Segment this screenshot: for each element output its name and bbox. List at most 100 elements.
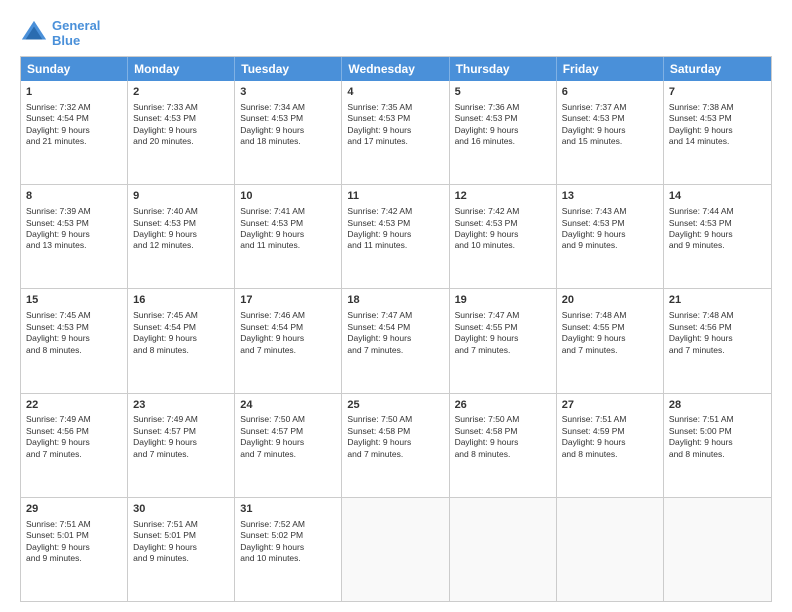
day-info: Sunrise: 7:40 AM Sunset: 4:53 PM Dayligh… — [133, 206, 229, 252]
day-number: 26 — [455, 398, 551, 413]
day-number: 31 — [240, 502, 336, 517]
calendar-day-11: 11 Sunrise: 7:42 AM Sunset: 4:53 PM Dayli… — [342, 185, 449, 288]
calendar-day-2: 2Sunrise: 7:33 AM Sunset: 4:53 PM Daylig… — [128, 81, 235, 184]
day-info: Sunrise: 7:47 AM Sunset: 4:54 PM Dayligh… — [347, 310, 443, 356]
logo: General Blue — [20, 18, 100, 48]
day-number: 7 — [669, 85, 766, 100]
header-day-wednesday: Wednesday — [342, 57, 449, 81]
header-day-tuesday: Tuesday — [235, 57, 342, 81]
day-number: 6 — [562, 85, 658, 100]
day-info: Sunrise: 7:39 AM Sunset: 4:53 PM Dayligh… — [26, 206, 122, 252]
day-info: Sunrise: 7:50 AM Sunset: 4:58 PM Dayligh… — [455, 414, 551, 460]
day-info: Sunrise: 7:38 AM Sunset: 4:53 PM Dayligh… — [669, 102, 766, 148]
day-info: Sunrise: 7:34 AM Sunset: 4:53 PM Dayligh… — [240, 102, 336, 148]
day-info: Sunrise: 7:43 AM Sunset: 4:53 PM Dayligh… — [562, 206, 658, 252]
header-day-saturday: Saturday — [664, 57, 771, 81]
calendar-week-5: 29 Sunrise: 7:51 AM Sunset: 5:01 PM Dayli… — [21, 497, 771, 601]
day-number: 12 — [455, 189, 551, 204]
calendar-day-14: 14 Sunrise: 7:44 AM Sunset: 4:53 PM Dayli… — [664, 185, 771, 288]
day-number: 29 — [26, 502, 122, 517]
header-day-monday: Monday — [128, 57, 235, 81]
calendar-day-22: 22Sunrise: 7:49 AM Sunset: 4:56 PM Dayli… — [21, 394, 128, 497]
calendar-day-18: 18 Sunrise: 7:47 AM Sunset: 4:54 PM Dayli… — [342, 289, 449, 392]
day-number: 10 — [240, 189, 336, 204]
calendar-day-12: 12Sunrise: 7:42 AM Sunset: 4:53 PM Dayli… — [450, 185, 557, 288]
day-number: 13 — [562, 189, 658, 204]
calendar-day-23: 23Sunrise: 7:49 AM Sunset: 4:57 PM Dayli… — [128, 394, 235, 497]
calendar-day-empty — [342, 498, 449, 601]
calendar-day-19: 19 Sunrise: 7:47 AM Sunset: 4:55 PM Dayli… — [450, 289, 557, 392]
day-info: Sunrise: 7:32 AM Sunset: 4:54 PM Dayligh… — [26, 102, 122, 148]
header-day-friday: Friday — [557, 57, 664, 81]
day-number: 1 — [26, 85, 122, 100]
day-number: 24 — [240, 398, 336, 413]
day-info: Sunrise: 7:41 AM Sunset: 4:53 PM Dayligh… — [240, 206, 336, 252]
calendar-day-26: 26Sunrise: 7:50 AM Sunset: 4:58 PM Dayli… — [450, 394, 557, 497]
day-info: Sunrise: 7:35 AM Sunset: 4:53 PM Dayligh… — [347, 102, 443, 148]
calendar-day-10: 10 Sunrise: 7:41 AM Sunset: 4:53 PM Dayli… — [235, 185, 342, 288]
day-number: 30 — [133, 502, 229, 517]
calendar-day-17: 17Sunrise: 7:46 AM Sunset: 4:54 PM Dayli… — [235, 289, 342, 392]
day-info: Sunrise: 7:51 AM Sunset: 5:01 PM Dayligh… — [26, 519, 122, 565]
day-number: 9 — [133, 189, 229, 204]
logo-icon — [20, 19, 48, 47]
day-info: Sunrise: 7:48 AM Sunset: 4:55 PM Dayligh… — [562, 310, 658, 356]
day-info: Sunrise: 7:48 AM Sunset: 4:56 PM Dayligh… — [669, 310, 766, 356]
day-info: Sunrise: 7:50 AM Sunset: 4:57 PM Dayligh… — [240, 414, 336, 460]
header-day-thursday: Thursday — [450, 57, 557, 81]
calendar-header: SundayMondayTuesdayWednesdayThursdayFrid… — [21, 57, 771, 81]
calendar-day-20: 20 Sunrise: 7:48 AM Sunset: 4:55 PM Dayli… — [557, 289, 664, 392]
day-info: Sunrise: 7:47 AM Sunset: 4:55 PM Dayligh… — [455, 310, 551, 356]
calendar-day-4: 4 Sunrise: 7:35 AM Sunset: 4:53 PM Daylig… — [342, 81, 449, 184]
day-number: 23 — [133, 398, 229, 413]
calendar-day-empty — [664, 498, 771, 601]
day-number: 3 — [240, 85, 336, 100]
day-info: Sunrise: 7:49 AM Sunset: 4:56 PM Dayligh… — [26, 414, 122, 460]
calendar-day-8: 8 Sunrise: 7:39 AM Sunset: 4:53 PM Daylig… — [21, 185, 128, 288]
calendar-day-27: 27Sunrise: 7:51 AM Sunset: 4:59 PM Dayli… — [557, 394, 664, 497]
day-number: 18 — [347, 293, 443, 308]
day-info: Sunrise: 7:36 AM Sunset: 4:53 PM Dayligh… — [455, 102, 551, 148]
day-info: Sunrise: 7:45 AM Sunset: 4:53 PM Dayligh… — [26, 310, 122, 356]
calendar-week-1: 1 Sunrise: 7:32 AM Sunset: 4:54 PM Daylig… — [21, 81, 771, 184]
calendar-day-empty — [450, 498, 557, 601]
day-info: Sunrise: 7:49 AM Sunset: 4:57 PM Dayligh… — [133, 414, 229, 460]
calendar-week-4: 22Sunrise: 7:49 AM Sunset: 4:56 PM Dayli… — [21, 393, 771, 497]
calendar-day-empty — [557, 498, 664, 601]
day-info: Sunrise: 7:44 AM Sunset: 4:53 PM Dayligh… — [669, 206, 766, 252]
day-number: 17 — [240, 293, 336, 308]
calendar-week-3: 15Sunrise: 7:45 AM Sunset: 4:53 PM Dayli… — [21, 288, 771, 392]
day-info: Sunrise: 7:51 AM Sunset: 4:59 PM Dayligh… — [562, 414, 658, 460]
day-info: Sunrise: 7:45 AM Sunset: 4:54 PM Dayligh… — [133, 310, 229, 356]
calendar-body: 1 Sunrise: 7:32 AM Sunset: 4:54 PM Daylig… — [21, 81, 771, 601]
day-number: 8 — [26, 189, 122, 204]
calendar-day-31: 31 Sunrise: 7:52 AM Sunset: 5:02 PM Dayli… — [235, 498, 342, 601]
page: General Blue SundayMondayTuesdayWednesda… — [0, 0, 792, 612]
calendar-day-21: 21 Sunrise: 7:48 AM Sunset: 4:56 PM Dayli… — [664, 289, 771, 392]
day-number: 16 — [133, 293, 229, 308]
day-info: Sunrise: 7:51 AM Sunset: 5:01 PM Dayligh… — [133, 519, 229, 565]
header: General Blue — [20, 18, 772, 48]
day-number: 19 — [455, 293, 551, 308]
logo-text: General Blue — [52, 18, 100, 48]
day-number: 4 — [347, 85, 443, 100]
calendar-day-13: 13 Sunrise: 7:43 AM Sunset: 4:53 PM Dayli… — [557, 185, 664, 288]
calendar: SundayMondayTuesdayWednesdayThursdayFrid… — [20, 56, 772, 602]
calendar-day-9: 9 Sunrise: 7:40 AM Sunset: 4:53 PM Daylig… — [128, 185, 235, 288]
day-number: 28 — [669, 398, 766, 413]
day-number: 22 — [26, 398, 122, 413]
day-info: Sunrise: 7:42 AM Sunset: 4:53 PM Dayligh… — [347, 206, 443, 252]
day-number: 20 — [562, 293, 658, 308]
day-number: 14 — [669, 189, 766, 204]
calendar-day-25: 25Sunrise: 7:50 AM Sunset: 4:58 PM Dayli… — [342, 394, 449, 497]
day-number: 21 — [669, 293, 766, 308]
day-number: 27 — [562, 398, 658, 413]
day-info: Sunrise: 7:51 AM Sunset: 5:00 PM Dayligh… — [669, 414, 766, 460]
day-info: Sunrise: 7:37 AM Sunset: 4:53 PM Dayligh… — [562, 102, 658, 148]
calendar-day-24: 24Sunrise: 7:50 AM Sunset: 4:57 PM Dayli… — [235, 394, 342, 497]
day-number: 11 — [347, 189, 443, 204]
calendar-day-29: 29 Sunrise: 7:51 AM Sunset: 5:01 PM Dayli… — [21, 498, 128, 601]
calendar-day-1: 1 Sunrise: 7:32 AM Sunset: 4:54 PM Daylig… — [21, 81, 128, 184]
day-info: Sunrise: 7:52 AM Sunset: 5:02 PM Dayligh… — [240, 519, 336, 565]
calendar-day-16: 16 Sunrise: 7:45 AM Sunset: 4:54 PM Dayli… — [128, 289, 235, 392]
